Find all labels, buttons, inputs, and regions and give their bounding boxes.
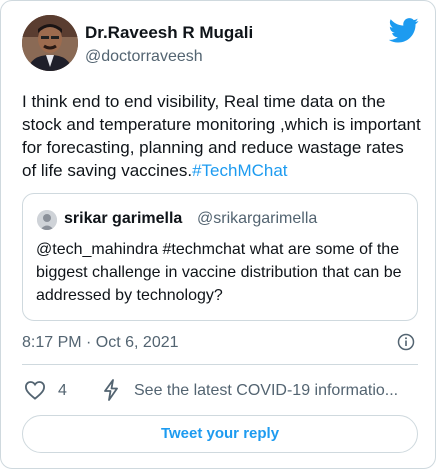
info-icon[interactable] xyxy=(397,333,415,351)
tweet-your-reply-button[interactable]: Tweet your reply xyxy=(22,415,418,453)
quote-author-name: srikar garimella xyxy=(64,210,183,227)
bolt-icon xyxy=(104,379,118,401)
author-name[interactable]: Dr.Raveesh R Mugali xyxy=(85,23,253,43)
tweet-text: I think end to end visibility, Real time… xyxy=(22,90,422,182)
tweet-card: Dr.Raveesh R Mugali @doctorraveesh I thi… xyxy=(0,0,436,469)
hashtag-link[interactable]: #TechMChat xyxy=(192,161,287,180)
heart-icon[interactable] xyxy=(24,380,46,400)
divider xyxy=(22,364,418,365)
quoted-tweet[interactable]: srikar garimella @srikargarimella @tech_… xyxy=(22,193,418,321)
quote-text: @tech_mahindra #techmchat what are some … xyxy=(36,241,402,304)
quote-author-handle: @srikargarimella xyxy=(197,210,318,227)
author-avatar[interactable] xyxy=(22,15,78,71)
quote-avatar xyxy=(37,210,57,230)
like-count[interactable]: 4 xyxy=(58,382,67,400)
author-handle[interactable]: @doctorraveesh xyxy=(85,48,203,66)
covid-info-link[interactable]: See the latest COVID-19 informatio... xyxy=(134,382,420,400)
twitter-bird-icon[interactable] xyxy=(389,18,419,43)
tweet-timestamp[interactable]: 8:17 PM · Oct 6, 2021 xyxy=(22,334,179,352)
